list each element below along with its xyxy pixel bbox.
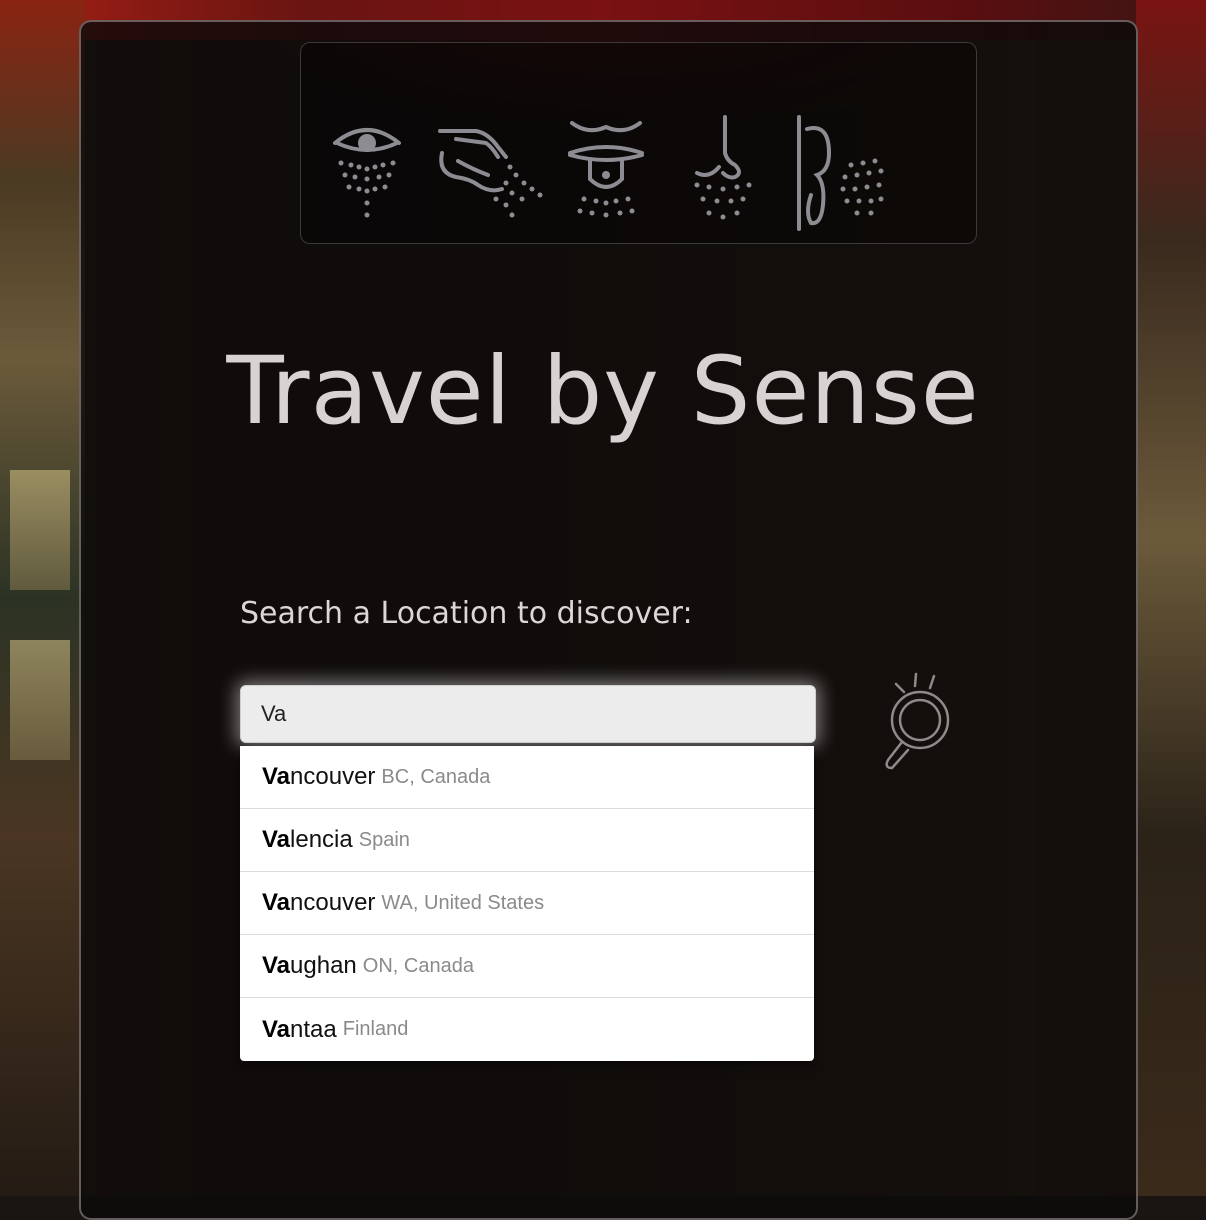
suggestion-name-rest: ncouver	[290, 763, 376, 790]
suggestion-detail: WA, United States	[381, 891, 545, 914]
suggestion-name-rest: ughan	[290, 952, 357, 979]
suggestion-item[interactable]: Va ntaa Finland	[240, 998, 814, 1061]
suggestion-item[interactable]: Va ncouver WA, United States	[240, 872, 814, 935]
suggestion-name-rest: ncouver	[290, 889, 376, 916]
sight-icon	[333, 128, 401, 218]
suggestion-match: Va	[262, 826, 291, 853]
senses-banner	[300, 42, 977, 244]
suggestion-detail: Finland	[342, 1018, 409, 1040]
suggestion-item[interactable]: Va ncouver BC, Canada	[240, 746, 814, 809]
suggestion-item[interactable]: Va ughan ON, Canada	[240, 935, 814, 998]
search-button[interactable]	[874, 668, 958, 776]
suggestion-match: Va	[262, 1015, 291, 1043]
smell-icon	[694, 115, 752, 220]
suggestion-detail: BC, Canada	[381, 765, 491, 788]
suggestion-name-rest: lencia	[290, 826, 353, 853]
suggestion-match: Va	[262, 763, 291, 790]
page-title: Travel by Sense	[226, 337, 980, 446]
storefront-left	[0, 0, 85, 1196]
suggestion-name-rest: ntaa	[290, 1015, 337, 1043]
search-prompt: Search a Location to discover:	[240, 596, 693, 631]
storefront-right	[1136, 0, 1206, 1196]
window	[10, 470, 70, 590]
suggestion-detail: ON, Canada	[362, 954, 474, 977]
suggestion-match: Va	[262, 952, 291, 979]
window	[10, 640, 70, 760]
search-input[interactable]	[240, 685, 816, 743]
taste-icon	[568, 121, 644, 218]
hearing-icon	[797, 115, 884, 231]
touch-icon	[438, 129, 543, 218]
suggestion-item[interactable]: Va lencia Spain	[240, 809, 814, 872]
suggestion-detail: Spain	[358, 828, 410, 851]
search-icon	[885, 672, 950, 770]
suggestions-dropdown: Va ncouver BC, Canada Va lencia Spain Va ncou…	[240, 746, 814, 1061]
suggestion-match: Va	[262, 889, 291, 916]
